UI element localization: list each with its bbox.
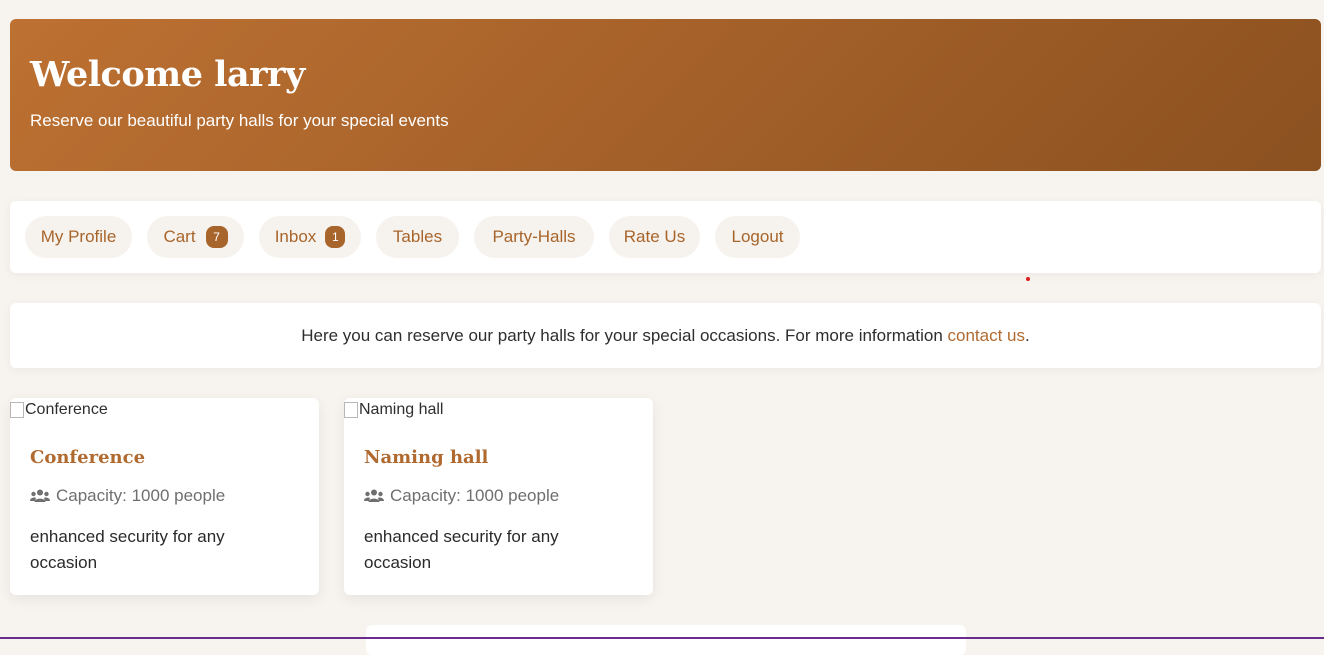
nav-label: Inbox (274, 227, 317, 246)
nav-party-halls[interactable]: Party-Halls (474, 216, 594, 258)
nav-label: Tables (392, 227, 443, 246)
nav-label: My Profile (40, 227, 117, 246)
hall-description: enhanced security for any occasion (30, 527, 225, 572)
nav-logout[interactable]: Logout (715, 216, 800, 258)
users-icon (364, 489, 384, 502)
footer-card (366, 625, 966, 655)
cart-count-badge: 7 (205, 226, 228, 248)
cursor-dot (1026, 277, 1030, 281)
welcome-banner: Welcome larry Reserve our beautiful part… (10, 19, 1321, 171)
info-banner: Here you can reserve our party halls for… (10, 303, 1321, 368)
info-text: Here you can reserve our party halls for… (301, 325, 1030, 345)
nav-label: Logout (731, 227, 784, 246)
nav-inbox[interactable]: Inbox 1 (259, 216, 361, 258)
nav-cart[interactable]: Cart 7 (147, 216, 244, 258)
broken-image-icon (10, 402, 24, 418)
nav-tables[interactable]: Tables (376, 216, 459, 258)
users-icon (30, 489, 50, 502)
nav-rate-us[interactable]: Rate Us (609, 216, 700, 258)
page-title: Welcome larry (30, 54, 305, 95)
hall-capacity: Capacity: 1000 people (364, 486, 559, 506)
nav-label: Rate Us (623, 227, 686, 246)
page-subtitle: Reserve our beautiful party halls for yo… (30, 111, 449, 130)
contact-us-link[interactable]: contact us (948, 326, 1026, 345)
hall-capacity: Capacity: 1000 people (30, 486, 225, 506)
main-nav: My Profile Cart 7 Inbox 1 Tables Party-H… (10, 201, 1321, 273)
hall-card[interactable]: Conference Conference Capacity: 1000 peo… (10, 398, 319, 595)
hall-card[interactable]: Naming hall Naming hall Capacity: 1000 p… (344, 398, 653, 595)
broken-image-icon (344, 402, 358, 418)
hall-title[interactable]: Conference (30, 447, 145, 468)
nav-my-profile[interactable]: My Profile (25, 216, 132, 258)
inbox-count-badge: 1 (325, 226, 346, 248)
nav-label: Party-Halls (492, 227, 576, 246)
hall-image: Conference (10, 401, 108, 419)
hall-description: enhanced security for any occasion (364, 527, 559, 572)
hall-title[interactable]: Naming hall (364, 447, 488, 468)
nav-label: Cart (163, 227, 196, 246)
hall-image: Naming hall (344, 401, 443, 419)
